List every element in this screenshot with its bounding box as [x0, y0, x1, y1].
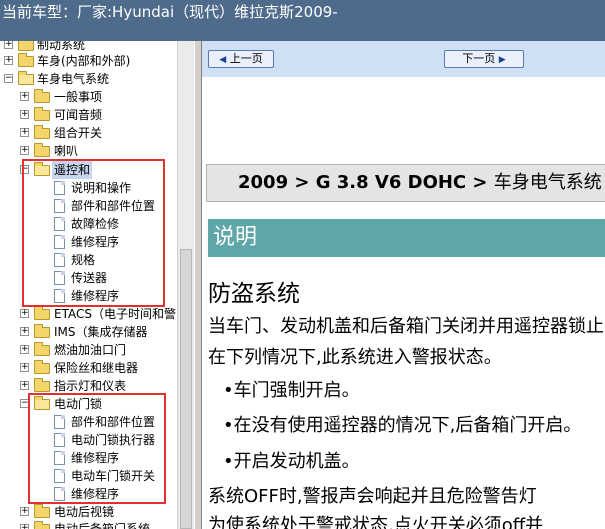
tree-item-horn[interactable]: + 喇叭	[0, 142, 177, 160]
paragraph: 当车门、发动机盖和后备箱门关闭并用遥控器锁止时，	[208, 316, 605, 337]
paragraph: 为使系统处于警戒状态,点火开关必须off并	[208, 515, 544, 529]
prev-page-button[interactable]: ◀ 上一页	[208, 50, 274, 68]
section-title: 说明	[213, 225, 258, 250]
breadcrumb-path: 2009 > G 3.8 V6 DOHC >	[238, 172, 494, 193]
open-folder-icon	[18, 71, 34, 85]
tree-panel: + 制动系统 + 车身(内部和外部) − 车身电气系统 + 一般事项 + 可闻音…	[0, 41, 177, 529]
section-title-bar: 说明	[208, 219, 605, 257]
tree-item-power-tailgate[interactable]: + 电动后备箱门系统	[0, 520, 177, 529]
tree-item-label: 一般事项	[54, 90, 103, 104]
bullet-item: •在没有使用遥控器的情况下,后备箱门开启。	[223, 415, 582, 436]
bullet-item: •开启发动机盖。	[223, 451, 360, 472]
page-nav-bar: ◀ 上一页 下一页 ▶	[202, 41, 605, 77]
tree-item-general[interactable]: + 一般事项	[0, 88, 177, 106]
right-arrow-icon: ▶	[498, 55, 506, 65]
expand-icon[interactable]: +	[20, 363, 29, 372]
expand-icon[interactable]: +	[20, 345, 29, 354]
folder-icon	[34, 521, 50, 529]
tree-item-label: 电动后备箱门系统	[54, 522, 151, 529]
expand-icon[interactable]: +	[20, 327, 29, 336]
next-page-label: 下一页	[462, 52, 496, 65]
tree-item-label: 车身电气系统	[37, 72, 110, 86]
tree-item-label: 车身(内部和外部)	[37, 54, 131, 68]
paragraph: 系统OFF时,警报声会响起并且危险警告灯	[208, 486, 537, 507]
folder-icon	[34, 143, 50, 157]
expand-icon[interactable]: +	[20, 128, 29, 137]
tree-item-label: 可闻音频	[54, 108, 103, 122]
scrollbar-thumb[interactable]	[180, 249, 192, 529]
tree-item-etacs[interactable]: + ETACS（电子时间和警	[0, 305, 177, 323]
folder-icon	[34, 504, 50, 518]
expand-icon[interactable]: +	[20, 92, 29, 101]
tree-item-body[interactable]: + 车身(内部和外部)	[0, 52, 177, 70]
expand-icon[interactable]: +	[20, 507, 29, 516]
bullet-item: •车门强制开启。	[223, 380, 360, 401]
left-arrow-icon: ◀	[219, 55, 227, 65]
folder-icon	[34, 306, 50, 320]
folder-icon	[34, 378, 50, 392]
tree-item-power-mirror[interactable]: + 电动后视镜	[0, 503, 177, 521]
window-title: 当前车型：厂家:Hyundai（现代）维拉克斯2009-	[2, 3, 338, 21]
tree-item-combo-switch[interactable]: + 组合开关	[0, 124, 177, 142]
tree-item-fuses[interactable]: + 保险丝和继电器	[0, 359, 177, 377]
document-header-bar: 2009 > G 3.8 V6 DOHC > 车身电气系统	[206, 164, 605, 202]
tree-item-ims[interactable]: + IMS（集成存储器	[0, 323, 177, 341]
expand-icon[interactable]: +	[20, 146, 29, 155]
tree-item-label: 电动后视镜	[54, 505, 115, 519]
window-title-bar: 当前车型：厂家:Hyundai（现代）维拉克斯2009-	[0, 0, 605, 41]
folder-icon	[34, 125, 50, 139]
folder-icon	[34, 360, 50, 374]
breadcrumb-category: 车身电气系统	[493, 172, 602, 193]
highlight-box-door-lock	[28, 393, 166, 504]
expand-icon[interactable]: +	[4, 56, 13, 65]
tree-item-label: ETACS（电子时间和警	[54, 307, 176, 321]
tree-item-label: 燃油加油口门	[54, 343, 127, 357]
tree-scrollbar[interactable]	[177, 41, 194, 529]
tree-item-fuel-door[interactable]: + 燃油加油口门	[0, 341, 177, 359]
tree-item-audible[interactable]: + 可闻音频	[0, 106, 177, 124]
prev-page-label: 上一页	[229, 52, 263, 65]
tree-item-body-electrical[interactable]: − 车身电气系统	[0, 70, 177, 88]
tree-item-label: 喇叭	[54, 144, 79, 158]
next-page-button[interactable]: 下一页 ▶	[444, 50, 524, 68]
pane-splitter[interactable]	[194, 41, 202, 529]
expand-icon[interactable]: +	[4, 41, 13, 49]
subtitle: 防盗系统	[208, 281, 300, 307]
document-pane: ◀ 上一页 下一页 ▶ 2009 > G 3.8 V6 DOHC > 车身电气系…	[202, 41, 605, 529]
folder-icon	[34, 342, 50, 356]
folder-icon	[18, 53, 34, 67]
folder-icon	[34, 89, 50, 103]
expand-icon[interactable]: +	[20, 524, 29, 529]
tree-item-label: 保险丝和继电器	[54, 361, 139, 375]
tree-item-label: IMS（集成存储器	[54, 325, 148, 339]
folder-icon	[18, 41, 34, 51]
collapse-icon[interactable]: −	[4, 74, 13, 83]
folder-icon	[34, 324, 50, 338]
tree-item-label: 组合开关	[54, 126, 103, 140]
expand-icon[interactable]: +	[20, 110, 29, 119]
highlight-box-remote	[22, 159, 165, 307]
expand-icon[interactable]: +	[20, 381, 29, 390]
expand-icon[interactable]: +	[20, 309, 29, 318]
paragraph: 在下列情况下,此系统进入警报状态。	[208, 347, 502, 368]
folder-icon	[34, 107, 50, 121]
